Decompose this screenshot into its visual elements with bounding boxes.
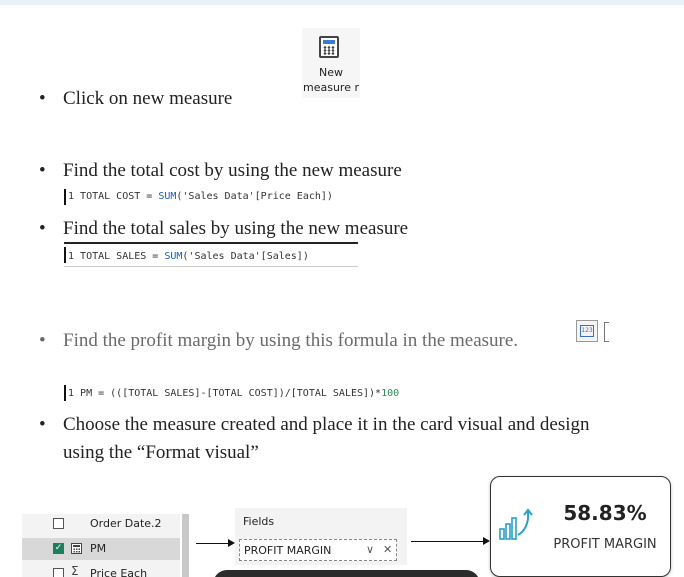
code-gutter [64, 247, 66, 263]
bullet-dot: • [39, 218, 46, 239]
code-total-sales: 1 TOTAL SALES = SUM('Sales Data'[Sales]) [68, 250, 309, 264]
code-editor-border [64, 242, 358, 244]
bullet-text-total-sales: Find the total sales by using the new me… [63, 218, 409, 239]
code-gutter [64, 189, 66, 205]
code-gutter [64, 385, 66, 401]
growth-chart-icon [499, 508, 533, 540]
field-label-order-date-2[interactable]: Order Date.2 [90, 517, 162, 530]
code-pm: 1 PM = (([TOTAL SALES]-[TOTAL COST])/[TO… [68, 387, 399, 401]
checkbox-order-date-2[interactable] [53, 518, 64, 529]
bullet-dot: • [39, 88, 46, 109]
code-args: ('Sales Data'[Price Each]) [176, 191, 333, 202]
fields-well-value: PROFIT MARGIN [244, 544, 332, 557]
bullet-text-total-cost: Find the total cost by using the new mea… [63, 160, 402, 181]
new-measure-label-line1: New [319, 66, 343, 79]
card-label: PROFIT MARGIN [553, 537, 657, 552]
bracket-icon [604, 322, 609, 342]
new-measure-label-line2: measure r [303, 81, 359, 94]
bullet-dot: • [39, 160, 46, 181]
code-total-cost: 1 TOTAL COST = SUM('Sales Data'[Price Ea… [68, 190, 333, 204]
code-function: SUM [158, 191, 177, 202]
code-function: SUM [164, 251, 183, 262]
bullet-text-click-new-measure: Click on new measure [63, 88, 233, 109]
bullet-dot: • [39, 414, 46, 435]
card-visual[interactable]: 58.83% PROFIT MARGIN [490, 476, 671, 577]
arrow-head-icon [228, 539, 235, 547]
checkbox-pm-checked[interactable]: ✓ [53, 543, 64, 554]
bullet-text-profit-margin: Find the profit margin by using this for… [63, 330, 519, 351]
field-label-price-each[interactable]: Price Each [90, 567, 147, 577]
code-editor-bottom [64, 266, 358, 267]
bullet-text-format-visual: using the “Format visual” [63, 442, 259, 463]
code-text: PM = (([TOTAL SALES]-[TOTAL COST])/[TOTA… [74, 388, 382, 399]
code-args: ('Sales Data'[Sales]) [182, 251, 309, 262]
checkbox-price-each[interactable] [53, 568, 64, 577]
bullet-dot: • [39, 330, 46, 351]
card-value: 58.83% [563, 501, 647, 525]
code-text: TOTAL COST = [74, 191, 159, 202]
top-divider [0, 0, 684, 5]
calculator-icon [319, 36, 339, 58]
measure-icon-text: 123 [580, 325, 594, 337]
code-text: TOTAL SALES = [74, 251, 165, 262]
fields-list-scrollbar[interactable] [182, 514, 189, 577]
arrow-line [411, 541, 484, 542]
chevron-down-icon[interactable]: ∨ [366, 543, 374, 556]
arrow-head-icon [483, 537, 490, 545]
field-label-pm[interactable]: PM [90, 542, 106, 555]
arrow-line [196, 543, 228, 544]
close-icon[interactable]: ✕ [383, 543, 392, 556]
code-number: 100 [381, 388, 400, 399]
fields-well-heading: Fields [243, 515, 275, 528]
measure-icon: 123 [576, 320, 598, 342]
format-visual-bar[interactable] [213, 570, 480, 577]
fields-well-slot[interactable]: PROFIT MARGIN ∨ ✕ [239, 539, 397, 561]
new-measure-button[interactable]: New measure r [302, 28, 360, 98]
bullet-text-choose-measure: Choose the measure created and place it … [63, 414, 590, 435]
sigma-icon: Σ [71, 564, 79, 577]
calculator-small-icon [71, 543, 82, 554]
